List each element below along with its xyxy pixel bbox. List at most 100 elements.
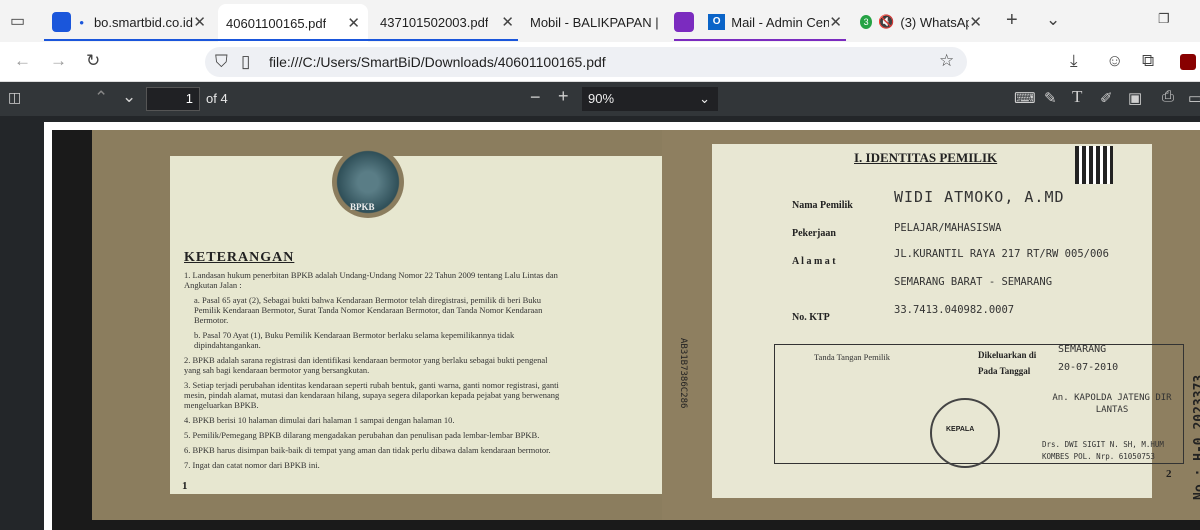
- mute-icon[interactable]: 🔇: [878, 14, 894, 30]
- page-total: of 4: [206, 91, 228, 106]
- save-icon[interactable]: ▭: [1188, 89, 1200, 107]
- address-bar: ← → ↻ ⛉ ▯ file:///C:/Users/SmartBiD/Down…: [0, 42, 1200, 82]
- tab-actions-icon[interactable]: ▭: [10, 11, 25, 31]
- tab-group-line: [44, 39, 518, 41]
- reload-icon[interactable]: ↻: [86, 51, 100, 71]
- next-page-icon[interactable]: ⌄: [122, 87, 136, 107]
- new-tab-icon[interactable]: +: [1006, 9, 1018, 32]
- bpkb-seal-icon: BPKB: [332, 146, 404, 218]
- close-icon[interactable]: ✕: [193, 13, 206, 31]
- issued-date: 20-07-2010: [1058, 362, 1119, 373]
- draw-icon[interactable]: ✐: [1100, 89, 1113, 107]
- downloads-icon[interactable]: ⤓: [1070, 51, 1078, 71]
- owner-name: WIDI ATMOKO, A.MD: [894, 188, 1065, 206]
- zoom-out-icon[interactable]: −: [530, 87, 541, 108]
- tab-mail[interactable]: O Mail - Admin Cent ✕: [700, 6, 850, 38]
- serial-number: No.: H-0 2023373: [1192, 374, 1200, 500]
- identitas-heading: I. IDENTITAS PEMILIK: [854, 150, 998, 165]
- forward-icon[interactable]: →: [50, 51, 67, 71]
- address-line-1: JL.KURANTIL RAYA 217 RT/RW 005/006: [894, 248, 1109, 260]
- address-line-2: SEMARANG BARAT - SEMARANG: [894, 276, 1053, 288]
- file-icon: ▯: [241, 52, 251, 71]
- site-favicon: [52, 12, 72, 32]
- right-page: I. IDENTITAS PEMILIK Nama Pemilik WIDI A…: [662, 130, 1200, 520]
- text-icon[interactable]: T: [1072, 87, 1082, 107]
- field-label: Pekerjaan: [792, 228, 836, 239]
- issued-place: SEMARANG: [1058, 344, 1107, 355]
- zoom-value: 90%: [588, 91, 615, 106]
- tab-title: bo.smartbid.co.id/: [93, 14, 194, 30]
- close-icon[interactable]: ✕: [347, 14, 360, 32]
- page-number: 1: [182, 480, 188, 492]
- occupation: PELAJAR/MAHASISWA: [894, 222, 1002, 234]
- left-page: BPKB KETERANGAN 1. Landasan hukum penerb…: [92, 130, 704, 520]
- tab-title: 40601100165.pdf: [226, 15, 327, 31]
- pdf-toolbar: ◫ ⌃ ⌄ 1 of 4 − + 90% ⌄ ⌨ ✎ T ✐ ▣ ⎙ ▭: [0, 82, 1200, 116]
- list-item: 7. Ingat dan catat nomor dari BPKB ini.: [184, 460, 320, 470]
- list-item: 5. Pemilik/Pemegang BPKB dilarang mengad…: [184, 430, 540, 440]
- tab-whatsapp[interactable]: 3 🔇 (3) WhatsApp ✕: [852, 6, 990, 38]
- list-item: b. Pasal 70 Ayat (1), Buku Pemilik Kenda…: [194, 330, 515, 350]
- tab-pdf-2[interactable]: 437101502003.pdf ✕: [372, 6, 522, 38]
- tab-list-chevron-icon[interactable]: ⌄: [1046, 10, 1060, 30]
- keterangan-list: 1. Landasan hukum penerbitan BPKB adalah…: [184, 270, 564, 475]
- close-icon[interactable]: ✕: [501, 13, 514, 31]
- page-number-input[interactable]: 1: [146, 87, 200, 111]
- back-icon[interactable]: ←: [14, 51, 31, 71]
- print-icon[interactable]: ⎙: [1162, 88, 1174, 105]
- whatsapp-badge: 3: [860, 15, 873, 29]
- close-icon[interactable]: ✕: [969, 13, 982, 31]
- outlook-icon: O: [708, 14, 726, 30]
- tab-mobil[interactable]: Mobil - BALIKPAPAN |: [522, 6, 667, 38]
- signature-label: Tanda Tangan Pemilik: [813, 352, 891, 362]
- official-name: Drs. DWI SIGIT N. SH, M.HUM: [1042, 440, 1164, 449]
- vertical-code: AB31B7386C286: [678, 338, 688, 409]
- field-label: No. KTP: [792, 312, 830, 323]
- tab-title: Mail - Admin Cent: [731, 14, 830, 30]
- list-item: 6. BPKB harus disimpan baik-baik di temp…: [184, 445, 551, 455]
- tab-smartbid[interactable]: • bo.smartbid.co.id/ ✕: [44, 6, 214, 38]
- tab-group-line: [674, 39, 846, 41]
- date-label: Pada Tanggal: [978, 366, 1031, 376]
- tab-group-icon[interactable]: [674, 12, 694, 32]
- issued-label: Dikeluarkan di: [978, 350, 1037, 360]
- highlight-icon[interactable]: ✎: [1044, 89, 1057, 107]
- ublock-icon[interactable]: [1180, 54, 1196, 70]
- list-item: 4. BPKB berisi 10 halaman dimulai dari h…: [184, 415, 455, 425]
- official-id: KOMBES POL. Nrp. 61050753: [1042, 452, 1155, 461]
- keterangan-heading: KETERANGAN: [184, 250, 295, 265]
- zoom-select[interactable]: 90% ⌄: [582, 87, 718, 111]
- tab-dot: •: [79, 14, 84, 30]
- police-stamp-icon: KEPALA: [930, 398, 1000, 468]
- tab-title: 437101502003.pdf: [380, 14, 489, 30]
- qr-code-icon: [1075, 146, 1113, 184]
- close-icon[interactable]: ✕: [829, 13, 842, 31]
- pdf-viewer[interactable]: BPKB KETERANGAN 1. Landasan hukum penerb…: [0, 116, 1200, 530]
- tab-title: Mobil - BALIKPAPAN |: [530, 14, 659, 30]
- url-field[interactable]: ⛉ ▯ file:///C:/Users/SmartBiD/Downloads/…: [205, 47, 967, 77]
- url-text[interactable]: file:///C:/Users/SmartBiD/Downloads/4060…: [269, 54, 606, 70]
- text-recognition-icon[interactable]: ⌨: [1014, 89, 1036, 107]
- extensions-icon[interactable]: ⧉: [1142, 51, 1154, 71]
- list-item: a. Pasal 65 ayat (2), Sebagai bukti bahw…: [194, 295, 543, 325]
- page-number: 2: [1166, 468, 1172, 480]
- sidebar-toggle-icon[interactable]: ◫: [8, 89, 21, 106]
- authority: An. KAPOLDA JATENG DIR LANTAS: [1052, 393, 1172, 415]
- image-icon[interactable]: ▣: [1128, 89, 1142, 107]
- chevron-down-icon: ⌄: [699, 91, 710, 106]
- tab-title: (3) WhatsApp: [900, 14, 970, 30]
- list-item: 2. BPKB adalah sarana registrasi dan ide…: [184, 355, 548, 375]
- bookmark-star-icon[interactable]: ☆: [939, 51, 954, 71]
- ktp-number: 33.7413.040982.0007: [894, 304, 1015, 316]
- account-icon[interactable]: ☺: [1106, 51, 1123, 71]
- list-item: 3. Setiap terjadi perubahan identitas ke…: [184, 380, 560, 410]
- previous-page-icon[interactable]: ⌃: [94, 88, 108, 108]
- restore-window-icon[interactable]: ❐: [1158, 11, 1170, 27]
- field-label: Nama Pemilik: [792, 200, 853, 211]
- tab-pdf-active[interactable]: 40601100165.pdf ✕: [218, 4, 368, 42]
- tab-bar: ▭ • bo.smartbid.co.id/ ✕ 40601100165.pdf…: [0, 0, 1200, 42]
- shield-icon[interactable]: ⛉: [215, 52, 228, 72]
- field-label: A l a m a t: [792, 256, 836, 267]
- bpkb-scan: BPKB KETERANGAN 1. Landasan hukum penerb…: [52, 130, 1200, 530]
- zoom-in-icon[interactable]: +: [558, 86, 569, 107]
